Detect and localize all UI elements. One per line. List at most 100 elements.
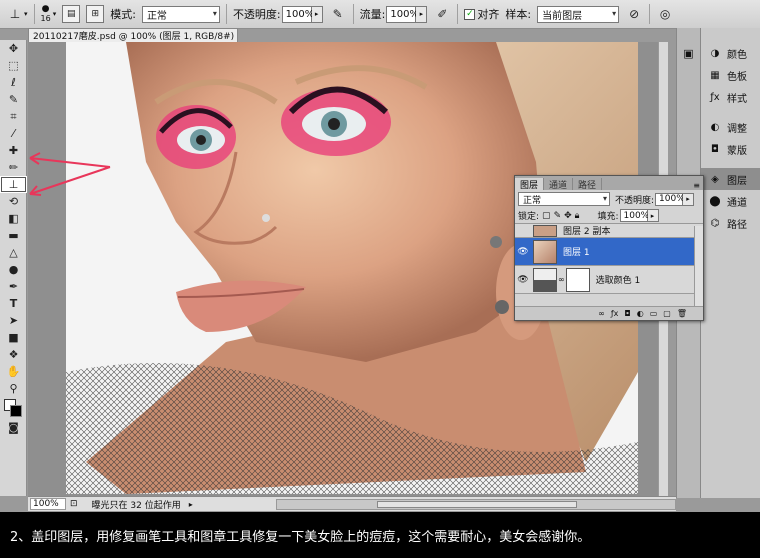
lock-all-icon[interactable]: 🔒︎	[575, 211, 580, 221]
layer-opacity-arrow[interactable]: ▸	[683, 192, 695, 206]
opacity-slider-arrow[interactable]: ▸	[311, 5, 323, 23]
blur-tool[interactable]: △	[0, 244, 27, 261]
dock-label: 蒙版	[727, 145, 747, 157]
opacity-label: 不透明度:	[232, 8, 281, 21]
layer-opacity-input[interactable]: 100%	[655, 192, 685, 206]
crop-icon: ⌗	[10, 109, 17, 123]
eraser-tool[interactable]: ◧	[0, 210, 27, 227]
opacity-input[interactable]: 100%	[281, 5, 314, 23]
layer-row[interactable]: 👁︎ ∞ 选取颜色 1	[515, 266, 703, 294]
status-menu-arrow-icon[interactable]: ▸	[189, 500, 193, 509]
channels-icon: ⬤	[709, 195, 721, 207]
scroll-thumb[interactable]	[377, 500, 577, 508]
zoom-field[interactable]: 100%	[30, 498, 66, 510]
airbrush-icon: ✐	[437, 7, 448, 21]
pen-icon: ✒	[8, 280, 19, 293]
panel-dock: ◑ 颜色 ▦ 色板 ƒx 样式 ◐ 调整 ◘ 蒙版 ◈ 图层 ⬤ 通道 ⌬ 路径	[700, 28, 760, 498]
fill-input[interactable]: 100%	[619, 209, 649, 222]
tool-preset-picker[interactable]: ⊥ ▾	[6, 5, 28, 23]
move-tool[interactable]: ✥	[0, 40, 27, 57]
airbrush-button[interactable]: ✐	[433, 5, 451, 23]
background-color-swatch[interactable]	[10, 405, 22, 417]
document-tab[interactable]: 20110217磨皮.psd @ 100% (图层 1, RGB/8#) * ×	[28, 28, 238, 42]
mask-icon: ◘	[711, 143, 719, 155]
layer-thumbnail	[533, 224, 557, 237]
horizontal-scrollbar[interactable]	[276, 498, 676, 510]
layer-thumbnail	[533, 239, 557, 264]
photoshop-window: ⊥ ▾ ● 16 ▾ ▤ ⊞ 模式: 正常 ▾ 不透明度: 100% ▸ ✎ 流量…	[0, 0, 760, 558]
panel-menu-icon[interactable]: ≡	[693, 181, 700, 190]
link-layers-icon[interactable]: ∞	[598, 309, 605, 318]
annotation-arrows	[29, 152, 111, 196]
tab-layers[interactable]: 图层	[515, 178, 545, 191]
brush-picker-arrow[interactable]: ▾	[53, 10, 57, 18]
flow-slider-arrow[interactable]: ▸	[416, 5, 428, 23]
fx-icon[interactable]: ƒx	[611, 309, 619, 318]
new-layer-icon[interactable]: ▢	[663, 309, 671, 318]
sample-select[interactable]: 当前图层 ▾	[537, 5, 620, 23]
trash-icon[interactable]: 🗑︎	[677, 309, 687, 318]
flow-input[interactable]: 100%	[386, 5, 419, 23]
toggle-brush-panel-button[interactable]: ▤	[62, 5, 81, 23]
pressure-size-button[interactable]: ◎	[656, 5, 674, 23]
dock-item-layers[interactable]: ◈ 图层	[701, 168, 760, 190]
quick-selection-icon: ✎	[8, 93, 19, 106]
brush-picker[interactable]: ● 16	[41, 5, 51, 24]
dock-item-masks[interactable]: ◘ 蒙版	[701, 138, 760, 160]
dock-item-adjustments[interactable]: ◐ 调整	[701, 116, 760, 138]
lock-transparency-icon[interactable]: ▢	[542, 211, 551, 221]
document-info-icon[interactable]: ⊡	[70, 499, 78, 509]
path-selection-tool[interactable]: ➤	[0, 312, 27, 329]
layer-row[interactable]: 图层 2 副本	[515, 224, 703, 238]
mode-label: 模式:	[110, 8, 136, 21]
ignore-adjustment-layers-button[interactable]: ⊘	[625, 5, 643, 23]
dock-label: 色板	[727, 71, 747, 83]
color-swatches[interactable]	[0, 397, 27, 419]
brush-panel-icon: ▤	[62, 5, 81, 23]
quick-selection-tool[interactable]: ✎	[0, 91, 27, 108]
shape-tool[interactable]: ■	[0, 329, 27, 346]
layer-row-selected[interactable]: 👁︎ 图层 1	[515, 238, 703, 266]
pressure-opacity-button[interactable]: ✎	[329, 5, 347, 23]
lock-position-icon[interactable]: ✥	[564, 211, 572, 221]
lasso-icon: ℓ	[11, 76, 16, 89]
dock-item-swatches[interactable]: ▦ 色板	[701, 64, 760, 86]
aligned-checkbox[interactable]: ✓ 对齐	[464, 6, 499, 22]
dock-item-channels[interactable]: ⬤ 通道	[701, 190, 760, 212]
chevron-down-icon: ▾	[602, 194, 607, 203]
type-tool[interactable]: T	[0, 295, 27, 312]
lasso-tool[interactable]: ℓ	[0, 74, 27, 91]
eye-icon[interactable]: 👁︎	[515, 247, 531, 257]
gradient-tool[interactable]: ▬	[0, 227, 27, 244]
hand-tool[interactable]: ✋	[0, 363, 27, 380]
tab-paths[interactable]: 路径	[573, 178, 603, 191]
marquee-tool[interactable]: ⬚	[0, 57, 27, 74]
chevron-down-icon: ▾	[212, 8, 217, 18]
blend-mode-select[interactable]: 正常 ▾	[518, 192, 610, 206]
dock-item-styles[interactable]: ƒx 样式	[701, 86, 760, 108]
3d-tool[interactable]: ❖	[0, 346, 27, 363]
adjustment-ignore-icon: ⊘	[629, 7, 640, 21]
dodge-tool[interactable]: ●	[0, 261, 27, 278]
tab-channels[interactable]: 通道	[544, 178, 574, 191]
separator	[225, 4, 227, 24]
pen-tool[interactable]: ✒	[0, 278, 27, 295]
mode-select[interactable]: 正常 ▾	[141, 5, 220, 23]
dock-item-color[interactable]: ◑ 颜色	[701, 42, 760, 64]
fill-label: 填充:	[597, 212, 619, 222]
quick-mask-button[interactable]: ◙	[0, 419, 27, 436]
layers-scrollbar[interactable]	[694, 226, 703, 308]
eye-icon[interactable]: 👁︎	[515, 275, 531, 285]
new-group-icon[interactable]: ▭	[650, 309, 658, 318]
add-mask-icon[interactable]: ◘	[624, 309, 630, 318]
history-panel-button[interactable]: ▣	[677, 42, 700, 64]
eyedropper-tool[interactable]: ⁄	[0, 125, 27, 142]
zoom-tool[interactable]: ⚲	[0, 380, 27, 397]
crop-tool[interactable]: ⌗	[0, 108, 27, 125]
fill-arrow[interactable]: ▸	[647, 209, 659, 222]
eyedropper-icon: ⁄	[12, 127, 15, 140]
clone-source-button[interactable]: ⊞	[86, 5, 105, 23]
new-adjustment-icon[interactable]: ◐	[637, 309, 644, 318]
dock-item-paths[interactable]: ⌬ 路径	[701, 212, 760, 234]
lock-pixels-icon[interactable]: ✎	[554, 211, 562, 221]
